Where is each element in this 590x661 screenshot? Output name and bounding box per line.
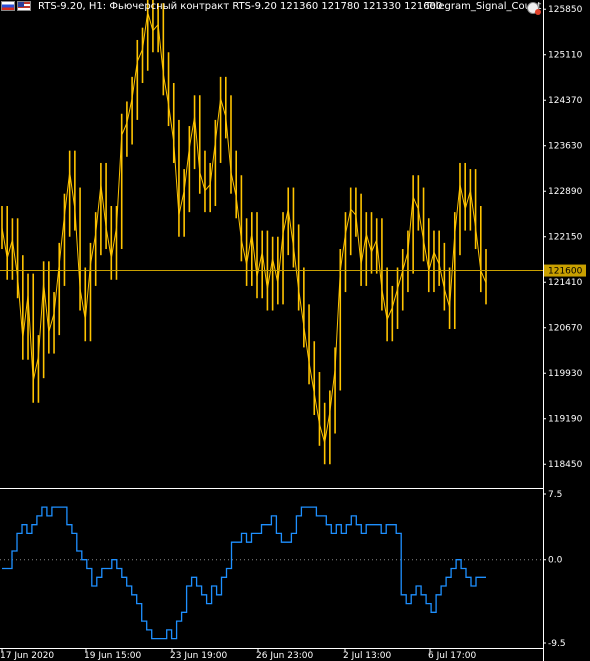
indicator-tick-label: -9.5 [548, 639, 566, 649]
symbol-flag-icon [17, 1, 31, 11]
price-tick-label: 125110 [548, 51, 583, 61]
chart-window-icon [1, 1, 15, 11]
expert-advisor-icon[interactable] [527, 2, 541, 15]
price-tick-label: 122150 [548, 233, 583, 243]
price-tick-label: 120670 [548, 324, 583, 334]
time-tick-label: 17 Jun 2020 [0, 651, 54, 661]
price-tick-label: 119930 [548, 369, 583, 379]
indicator-label: Telegram_Signal_Count [425, 1, 542, 12]
time-tick-label: 23 Jun 19:00 [170, 651, 227, 661]
chart-header: RTS-9.20, H1: Фьючерсный контракт RTS-9.… [38, 1, 443, 12]
time-tick-label: 6 Jul 17:00 [428, 651, 477, 661]
price-tick-label: 121410 [548, 278, 583, 288]
indicator-line [2, 506, 486, 640]
indicator-tick-label: 7.5 [548, 490, 562, 500]
price-tick-label: 124370 [548, 96, 583, 106]
time-tick-label: 19 Jun 15:00 [84, 651, 141, 661]
time-tick-label: 2 Jul 13:00 [343, 651, 392, 661]
price-tick-label: 122890 [548, 187, 583, 197]
price-tick-label: 118450 [548, 460, 583, 470]
time-tick-label: 26 Jun 23:00 [256, 651, 313, 661]
current-price-label: 121600 [548, 267, 583, 277]
chart-canvas[interactable]: 125850 125110 124370 123630 122890 122150 1214… [0, 0, 590, 661]
price-series [1, 0, 487, 465]
price-tick-label: 125850 [548, 5, 583, 15]
indicator-tick-label: 0.0 [548, 556, 563, 566]
price-tick-label: 123630 [548, 142, 583, 152]
price-tick-label: 119190 [548, 415, 583, 425]
